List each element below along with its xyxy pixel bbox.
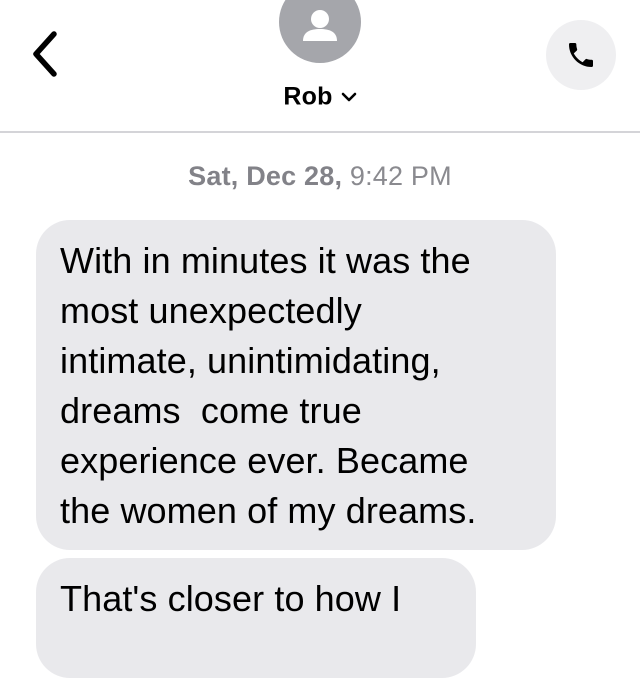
message-line: With in minutes it was the [60, 240, 471, 281]
back-button[interactable] [24, 26, 68, 82]
timestamp-day: Sat, Dec 28, [188, 161, 343, 191]
chevron-down-icon [341, 79, 357, 111]
timestamp-time: 9:42 PM [349, 161, 452, 191]
contact-avatar[interactable] [279, 0, 361, 63]
message-line: That's closer to how I [60, 578, 402, 619]
phone-icon [569, 43, 593, 67]
message-line: intimate, unintimidating, [60, 340, 441, 381]
contact-name: Rob [283, 82, 333, 111]
conversation-header: Rob [0, 0, 640, 133]
message-line: dreams come true [60, 390, 362, 431]
incoming-message-bubble[interactable]: With in minutes it was the most unexpect… [36, 220, 556, 550]
contact-name-button[interactable]: Rob [0, 79, 640, 112]
message-line: experience ever. Became [60, 440, 469, 481]
header-divider [0, 131, 640, 133]
call-button[interactable] [546, 20, 616, 90]
chevron-left-icon [33, 31, 57, 77]
message-line: most unexpectedly [60, 290, 362, 331]
message-line: the women of my dreams. [60, 490, 477, 531]
message-timestamp: Sat, Dec 28, 9:42 PM [0, 159, 640, 193]
person-silhouette-icon [303, 10, 337, 41]
incoming-message-bubble[interactable]: That's closer to how I [36, 558, 476, 678]
